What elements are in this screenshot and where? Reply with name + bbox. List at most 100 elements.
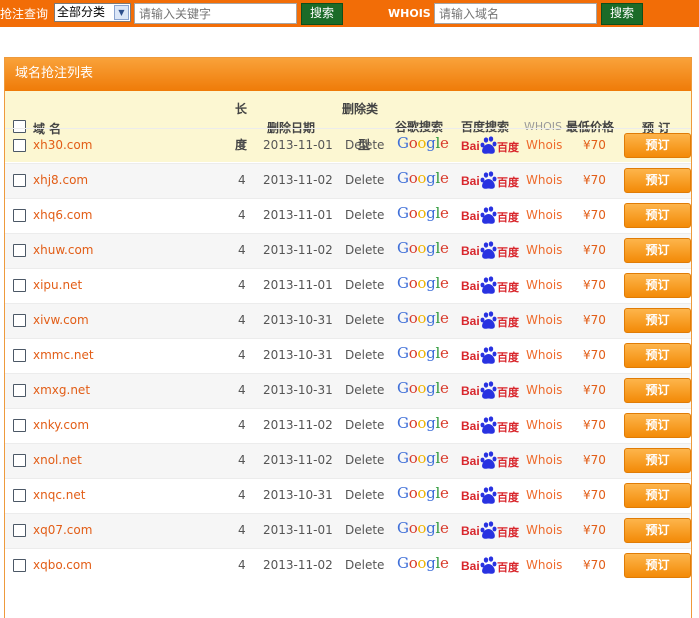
- row-checkbox[interactable]: [13, 244, 26, 257]
- whois-link[interactable]: Whois: [526, 348, 562, 362]
- whois-link[interactable]: Whois: [526, 313, 562, 327]
- google-search-link[interactable]: Google: [397, 169, 449, 187]
- google-search-link[interactable]: Google: [397, 274, 449, 292]
- domain-link[interactable]: xivw.com: [33, 313, 89, 327]
- google-search-link[interactable]: Google: [397, 309, 449, 327]
- google-search-link[interactable]: Google: [397, 344, 449, 362]
- book-button[interactable]: 预订: [624, 413, 691, 438]
- delete-date: 2013-10-31: [263, 383, 333, 397]
- google-search-link[interactable]: Google: [397, 239, 449, 257]
- domain-link[interactable]: xipu.net: [33, 278, 82, 292]
- google-logo-letter: e: [439, 519, 449, 537]
- domain-link[interactable]: xhj8.com: [33, 173, 88, 187]
- domain-link[interactable]: xmxg.net: [33, 383, 90, 397]
- google-logo-letter: G: [397, 274, 409, 292]
- domain-link[interactable]: xnqc.net: [33, 488, 85, 502]
- row-checkbox[interactable]: [13, 174, 26, 187]
- whois-link[interactable]: Whois: [526, 418, 562, 432]
- google-search-link[interactable]: Google: [397, 554, 449, 572]
- book-button[interactable]: 预订: [624, 378, 691, 403]
- row-checkbox[interactable]: [13, 279, 26, 292]
- domain-link[interactable]: xnol.net: [33, 453, 82, 467]
- row-checkbox[interactable]: [13, 419, 26, 432]
- min-price: ¥70: [583, 313, 606, 327]
- whois-link[interactable]: Whois: [526, 208, 562, 222]
- domain-link[interactable]: xq07.com: [33, 523, 92, 537]
- whois-link[interactable]: Whois: [526, 243, 562, 257]
- whois-search-button[interactable]: 搜索: [601, 3, 643, 25]
- book-button[interactable]: 预订: [624, 203, 691, 228]
- baidu-logo-suffix: 百度: [497, 350, 520, 364]
- google-search-link[interactable]: Google: [397, 204, 449, 222]
- whois-link[interactable]: Whois: [526, 383, 562, 397]
- baidu-search-link[interactable]: Bai 百度: [461, 345, 521, 365]
- row-checkbox[interactable]: [13, 454, 26, 467]
- baidu-paw-icon: [480, 381, 497, 399]
- baidu-search-link[interactable]: Bai 百度: [461, 450, 521, 470]
- book-button[interactable]: 预订: [624, 448, 691, 473]
- whois-link[interactable]: Whois: [526, 138, 562, 152]
- domain-link[interactable]: xmmc.net: [33, 348, 94, 362]
- baidu-search-link[interactable]: Bai 百度: [461, 310, 521, 330]
- baidu-search-link[interactable]: Bai 百度: [461, 205, 521, 225]
- row-checkbox[interactable]: [13, 559, 26, 572]
- category-selected-value: 全部分类: [57, 5, 106, 19]
- google-search-link[interactable]: Google: [397, 379, 449, 397]
- baidu-search-link[interactable]: Bai 百度: [461, 135, 521, 155]
- baidu-search-link[interactable]: Bai 百度: [461, 170, 521, 190]
- google-logo-letter: o: [417, 519, 427, 537]
- book-button[interactable]: 预订: [624, 168, 691, 193]
- row-checkbox[interactable]: [13, 349, 26, 362]
- book-button[interactable]: 预订: [624, 343, 691, 368]
- book-button[interactable]: 预订: [624, 238, 691, 263]
- baidu-logo-prefix: Bai: [461, 524, 480, 538]
- book-button[interactable]: 预订: [624, 518, 691, 543]
- baidu-search-link[interactable]: Bai 百度: [461, 520, 521, 540]
- chevron-down-icon[interactable]: ▼: [114, 5, 129, 20]
- book-button[interactable]: 预订: [624, 273, 691, 298]
- delete-type: Delete: [345, 173, 385, 187]
- domain-input[interactable]: [434, 3, 597, 24]
- baidu-search-link[interactable]: Bai 百度: [461, 555, 521, 575]
- delete-type: Delete: [345, 558, 385, 572]
- baidu-logo-suffix: 百度: [497, 210, 520, 224]
- baidu-search-link[interactable]: Bai 百度: [461, 485, 521, 505]
- whois-link[interactable]: Whois: [526, 173, 562, 187]
- domain-link[interactable]: xhq6.com: [33, 208, 92, 222]
- row-checkbox[interactable]: [13, 314, 26, 327]
- domain-link[interactable]: xhuw.com: [33, 243, 93, 257]
- google-search-link[interactable]: Google: [397, 134, 449, 152]
- keyword-search-button[interactable]: 搜索: [301, 3, 343, 25]
- whois-link[interactable]: Whois: [526, 558, 562, 572]
- domain-link[interactable]: xnky.com: [33, 418, 89, 432]
- baidu-search-link[interactable]: Bai 百度: [461, 380, 521, 400]
- domain-link[interactable]: xqbo.com: [33, 558, 92, 572]
- google-logo-letter: o: [417, 204, 427, 222]
- book-button[interactable]: 预订: [624, 553, 691, 578]
- row-checkbox[interactable]: [13, 489, 26, 502]
- row-checkbox[interactable]: [13, 524, 26, 537]
- row-checkbox[interactable]: [13, 384, 26, 397]
- domain-link[interactable]: xh30.com: [33, 138, 92, 152]
- keyword-input[interactable]: [134, 3, 297, 24]
- whois-link[interactable]: Whois: [526, 453, 562, 467]
- baidu-search-link[interactable]: Bai 百度: [461, 415, 521, 435]
- baidu-search-link[interactable]: Bai 百度: [461, 275, 521, 295]
- google-search-link[interactable]: Google: [397, 484, 449, 502]
- book-button[interactable]: 预订: [624, 308, 691, 333]
- google-search-link[interactable]: Google: [397, 449, 449, 467]
- book-button[interactable]: 预订: [624, 133, 691, 158]
- google-logo-letter: o: [417, 239, 427, 257]
- row-checkbox[interactable]: [13, 139, 26, 152]
- baidu-search-link[interactable]: Bai 百度: [461, 240, 521, 260]
- book-button[interactable]: 预订: [624, 483, 691, 508]
- category-select[interactable]: 全部分类 ▼: [54, 3, 131, 22]
- google-search-link[interactable]: Google: [397, 414, 449, 432]
- whois-link[interactable]: Whois: [526, 523, 562, 537]
- google-search-link[interactable]: Google: [397, 519, 449, 537]
- whois-link[interactable]: Whois: [526, 278, 562, 292]
- min-price: ¥70: [583, 208, 606, 222]
- whois-link[interactable]: Whois: [526, 488, 562, 502]
- row-checkbox[interactable]: [13, 209, 26, 222]
- baidu-logo-prefix: Bai: [461, 139, 480, 153]
